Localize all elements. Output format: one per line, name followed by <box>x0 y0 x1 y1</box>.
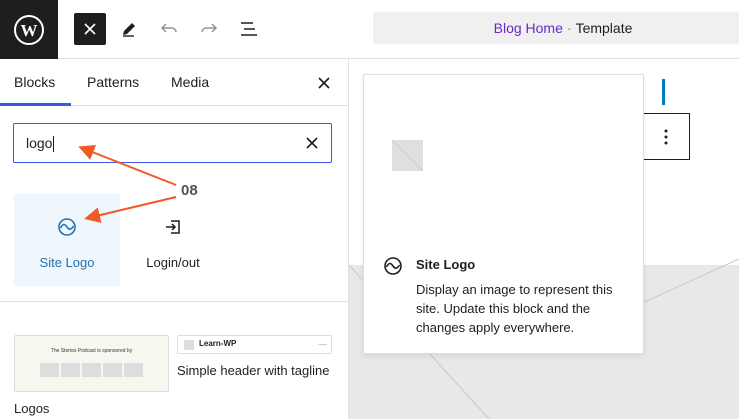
active-tab-indicator <box>0 103 71 106</box>
section-divider <box>0 301 348 302</box>
clear-search-button[interactable] <box>303 134 321 152</box>
pattern-preview-logos[interactable]: The Stories Podcast is sponsored by <box>14 335 169 392</box>
login-icon <box>166 220 180 234</box>
close-panel-button[interactable] <box>311 70 337 96</box>
tools-button[interactable] <box>113 13 145 45</box>
block-site-logo[interactable]: Site Logo <box>14 194 120 286</box>
close-inserter-button[interactable] <box>74 13 106 45</box>
block-label: Login/out <box>146 255 200 270</box>
wordpress-icon: W <box>14 14 44 45</box>
insertion-indicator <box>662 79 665 105</box>
site-logo-icon <box>58 218 76 236</box>
pattern-preview-header[interactable]: Learn-WP ─── <box>177 335 332 354</box>
block-login-out[interactable]: Login/out <box>120 194 226 286</box>
close-icon <box>306 137 318 149</box>
annotation-number: 08 <box>181 182 198 199</box>
pattern-preview-text: The Stories Podcast is sponsored by <box>50 348 133 354</box>
wordpress-logo-button[interactable]: W <box>0 0 58 59</box>
template-type: Template <box>575 20 633 36</box>
preview-description: Display an image to represent this site.… <box>416 282 613 335</box>
list-view-icon <box>241 22 257 36</box>
block-inserter-panel: Blocks Patterns Media logo Site Logo Log… <box>0 59 349 419</box>
close-icon <box>318 77 330 89</box>
inserter-tabs: Blocks Patterns Media <box>0 59 348 106</box>
redo-button[interactable] <box>193 13 225 45</box>
undo-button[interactable] <box>153 13 185 45</box>
pattern-label-logos: Logos <box>14 401 50 416</box>
logo-placeholder <box>184 340 194 350</box>
block-label: Site Logo <box>39 255 95 270</box>
more-vertical-icon <box>664 129 667 144</box>
tab-media[interactable]: Media <box>157 59 223 106</box>
search-value: logo <box>26 135 53 151</box>
preview-title: Site Logo <box>416 257 476 272</box>
tab-patterns[interactable]: Patterns <box>73 59 153 106</box>
block-preview-popover: Site Logo Display an image to represent … <box>363 74 644 354</box>
block-options-button[interactable] <box>641 113 690 160</box>
breadcrumb-separator: · <box>566 20 572 36</box>
site-logo-icon <box>384 257 402 275</box>
pattern-label-header: Simple header with tagline <box>177 363 330 378</box>
redo-icon <box>201 23 218 33</box>
svg-text:W: W <box>21 21 38 40</box>
close-icon <box>84 23 96 35</box>
pattern-preview-site-name: Learn-WP <box>199 339 237 348</box>
template-name: Blog Home <box>493 20 563 36</box>
logo-placeholders <box>40 363 143 377</box>
text-caret <box>53 136 55 153</box>
block-search-input[interactable]: logo <box>13 123 332 163</box>
pattern-preview-nav: ─── <box>318 342 327 347</box>
logo-placeholder-image <box>391 139 424 172</box>
tab-blocks[interactable]: Blocks <box>0 59 69 106</box>
undo-icon <box>160 23 177 33</box>
pencil-icon <box>123 23 135 37</box>
list-view-button[interactable] <box>233 13 265 45</box>
editor-header: W Blog Home · Template <box>0 0 739 59</box>
command-center[interactable]: Blog Home · Template <box>373 12 739 44</box>
